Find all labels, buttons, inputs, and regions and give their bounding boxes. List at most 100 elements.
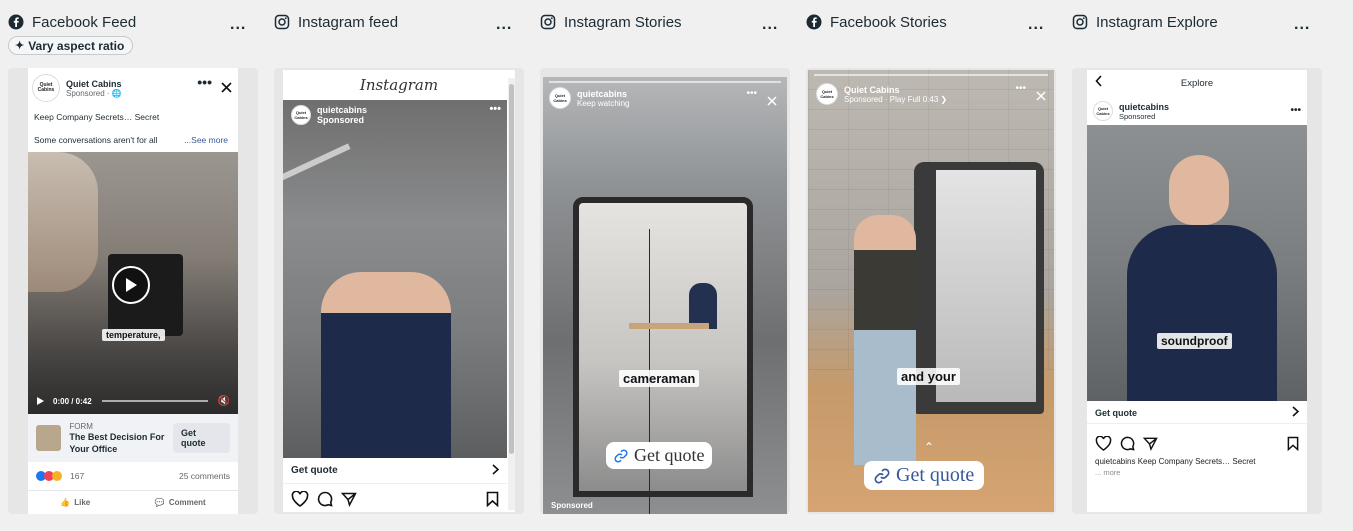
get-quote-button[interactable]: Get quote <box>173 423 230 453</box>
vary-aspect-ratio-badge[interactable]: ✦ Vary aspect ratio <box>8 36 134 55</box>
column-title: Facebook Feed <box>32 13 137 31</box>
comment-button[interactable]: 💬 Comment <box>155 498 206 507</box>
share-icon[interactable] <box>341 491 357 507</box>
more-icon[interactable]: ••• <box>1015 84 1026 94</box>
avatar[interactable]: Quiet Cabins <box>549 87 571 109</box>
video-time: 0:00 / 0:42 <box>53 396 92 406</box>
more-link[interactable]: ... more <box>1095 468 1120 477</box>
comment-icon[interactable] <box>317 491 333 507</box>
instagram-stories-preview: Quiet Cabins quietcabins Keep watching •… <box>543 77 787 514</box>
comment-icon: 💬 <box>154 498 165 507</box>
action-row <box>1087 432 1307 454</box>
get-quote-link[interactable]: Get quote <box>1095 408 1137 418</box>
story-caption: cameraman <box>619 370 700 387</box>
facebook-icon <box>8 14 24 30</box>
reactions-row: 167 25 comments <box>28 464 238 488</box>
ceiling-light <box>283 143 351 183</box>
more-icon[interactable]: ••• <box>197 75 212 89</box>
person-image <box>321 272 451 458</box>
hand-image <box>28 152 98 292</box>
more-icon[interactable]: ••• <box>489 104 501 115</box>
link-icon <box>614 448 628 463</box>
video-player[interactable]: temperature, 0:00 / 0:42 🔇 <box>28 152 238 414</box>
more-icon[interactable]: ••• <box>1290 106 1301 116</box>
preview-card-instagram-explore[interactable]: Explore Quiet Cabins quietcabins Sponsor… <box>1072 68 1322 514</box>
comment-icon[interactable] <box>1120 436 1135 451</box>
comments-count[interactable]: 25 comments <box>179 471 230 481</box>
vary-aspect-ratio-label: Vary aspect ratio <box>28 38 125 53</box>
get-quote-sticker[interactable]: Get quote <box>864 461 985 490</box>
preview-card-instagram-stories[interactable]: Quiet Cabins quietcabins Keep watching •… <box>540 68 790 514</box>
preview-card-facebook-stories[interactable]: Quiet Cabins Quiet Cabins Sponsored · Pl… <box>806 68 1056 514</box>
play-icon[interactable] <box>112 266 150 304</box>
heart-icon[interactable] <box>291 491 309 507</box>
heart-icon[interactable] <box>1095 435 1112 451</box>
post-header: Quiet Cabins quietcabins Sponsored ••• <box>1087 97 1307 125</box>
column-header-facebook-feed: Facebook Feed <box>8 10 136 34</box>
action-row: 👍 Like 💬 Comment <box>28 490 238 514</box>
column-title: Instagram Stories <box>564 13 682 31</box>
story-sub-label[interactable]: Sponsored · Play Full 0:43 ❯ <box>844 95 947 104</box>
handle[interactable]: quietcabins <box>317 105 367 115</box>
video-controls: 0:00 / 0:42 🔇 <box>28 388 238 414</box>
story-progress-bar <box>549 81 781 83</box>
person-image <box>854 215 916 465</box>
more-icon[interactable]: ••• <box>746 89 757 99</box>
cta-bar[interactable]: Get quote <box>1087 402 1307 424</box>
avatar[interactable]: Quiet Cabins <box>32 74 60 102</box>
instagram-explore-preview: Explore Quiet Cabins quietcabins Sponsor… <box>1087 70 1307 512</box>
link-icon <box>874 468 890 484</box>
preview-card-instagram-feed[interactable]: Instagram Quiet Cabins quietcabins Spons… <box>274 68 524 514</box>
facebook-icon <box>806 14 822 30</box>
scrollbar-thumb[interactable] <box>509 84 514 454</box>
more-options-button[interactable]: ... <box>230 17 246 33</box>
more-options-button[interactable]: ... <box>1028 17 1044 33</box>
action-row <box>283 488 507 510</box>
sponsored-label: Sponsored <box>1119 111 1156 121</box>
close-icon[interactable] <box>221 80 232 98</box>
page-name[interactable]: Quiet Cabins <box>844 85 947 95</box>
more-options-button[interactable]: ... <box>1294 17 1310 33</box>
cta-bar[interactable]: Get quote <box>283 458 507 484</box>
like-button[interactable]: 👍 Like <box>60 498 90 507</box>
ad-video[interactable]: soundproof <box>1087 125 1307 401</box>
avatar[interactable]: Quiet Cabins <box>816 83 838 105</box>
reactions-count[interactable]: 167 <box>70 471 84 481</box>
sponsored-label: Sponsored <box>317 115 365 125</box>
get-quote-sticker[interactable]: Get quote <box>606 442 713 469</box>
close-icon[interactable] <box>767 93 777 111</box>
chevron-up-icon[interactable]: ⌃ <box>924 440 934 454</box>
facebook-stories-preview: Quiet Cabins Quiet Cabins Sponsored · Pl… <box>808 70 1054 512</box>
more-options-button[interactable]: ... <box>496 17 512 33</box>
see-more-link[interactable]: ...See more <box>184 135 228 145</box>
page-name[interactable]: Quiet Cabins <box>66 79 122 89</box>
avatar[interactable]: Quiet Cabins <box>291 105 311 125</box>
play-small-icon[interactable] <box>36 396 45 406</box>
post-header: Quiet Cabins Quiet Cabins Sponsored · 🌐 … <box>28 68 238 152</box>
instagram-feed-preview: Instagram Quiet Cabins quietcabins Spons… <box>283 70 515 512</box>
column-title: Instagram Explore <box>1096 13 1218 31</box>
preview-card-facebook-feed[interactable]: Quiet Cabins Quiet Cabins Sponsored · 🌐 … <box>8 68 258 514</box>
back-arrow-icon[interactable] <box>1095 75 1103 90</box>
share-icon[interactable] <box>1143 436 1158 451</box>
bookmark-icon[interactable] <box>1287 436 1299 451</box>
column-header-instagram-stories: Instagram Stories <box>540 10 682 34</box>
close-icon[interactable] <box>1036 88 1046 106</box>
volume-muted-icon[interactable]: 🔇 <box>218 396 230 407</box>
ad-video[interactable]: Quiet Cabins quietcabins Sponsored ••• <box>283 100 507 458</box>
scrollbar[interactable] <box>508 78 515 510</box>
cta-form-label: FORM <box>69 421 93 431</box>
more-options-button[interactable]: ... <box>762 17 778 33</box>
handle[interactable]: quietcabins <box>577 89 629 99</box>
handle[interactable]: quietcabins <box>1119 102 1169 112</box>
desk-image <box>629 323 709 329</box>
column-header-instagram-feed: Instagram feed <box>274 10 398 34</box>
wow-reaction-icon <box>52 471 62 481</box>
avatar[interactable]: Quiet Cabins <box>1093 101 1113 121</box>
progress-bar[interactable] <box>101 400 208 402</box>
person-image <box>1127 225 1277 401</box>
bookmark-icon[interactable] <box>486 491 499 507</box>
video-caption: soundproof <box>1157 333 1232 349</box>
comment-label: Comment <box>168 498 206 507</box>
get-quote-link[interactable]: Get quote <box>291 465 338 476</box>
